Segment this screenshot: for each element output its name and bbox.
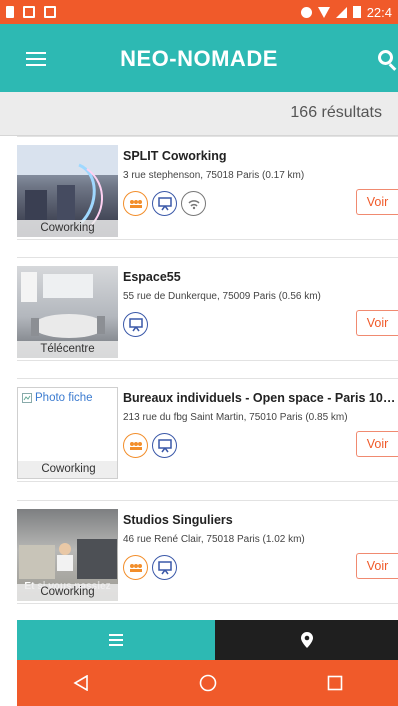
status-time: 22:4 (366, 4, 392, 20)
results-count: 166 résultats (290, 104, 382, 121)
app-root: 22:4 NEO-NOMADE 166 résultats Coworking (0, 0, 398, 706)
image-alt-text: Photo fiche (35, 392, 93, 404)
back-triangle-icon (72, 675, 88, 691)
broken-image-icon (22, 393, 32, 403)
image-icon (23, 6, 35, 18)
list-item[interactable]: Télécentre Espace55 55 rue de Dunkerque,… (17, 257, 398, 361)
wifi-icon (317, 6, 330, 18)
listing-address: 213 rue du fbg Saint Martin, 75010 Paris… (123, 412, 348, 423)
amenities (123, 555, 177, 580)
listing-photo: Et si vous passiez Coworking (17, 509, 118, 601)
meeting-people-icon (123, 555, 148, 580)
search-icon[interactable] (372, 48, 398, 72)
gallery-icon (44, 6, 56, 18)
listing-photo: Photo fiche Coworking (17, 387, 118, 479)
view-button[interactable]: Voir (356, 310, 398, 336)
signal-icon (335, 6, 347, 18)
list-item[interactable]: Et si vous passiez Coworking Studios Sin… (17, 500, 398, 604)
view-tabs (17, 620, 398, 660)
home-button[interactable] (186, 665, 230, 701)
amenities (123, 433, 177, 458)
listing-category: Coworking (17, 220, 118, 237)
status-bar: 22:4 (0, 0, 398, 24)
listing-category: Coworking (18, 461, 117, 478)
listing-photo: Coworking (17, 145, 118, 237)
view-button[interactable]: Voir (356, 431, 398, 457)
listing-address: 3 rue stephenson, 75018 Paris (0.17 km) (123, 170, 305, 181)
list-item[interactable]: Photo fiche Coworking Bureaux individuel… (17, 378, 398, 482)
projector-screen-icon (152, 433, 177, 458)
listing-title[interactable]: Espace55 (123, 270, 398, 284)
back-button[interactable] (59, 665, 103, 701)
map-pin-icon (300, 632, 313, 648)
app-title: NEO-NOMADE (120, 46, 278, 71)
list-icon (109, 634, 123, 646)
listing-title[interactable]: Studios Singuliers (123, 513, 398, 527)
recents-square-icon (327, 675, 342, 691)
results-list[interactable]: Coworking SPLIT Coworking 3 rue stephens… (0, 136, 398, 620)
listing-category: Télécentre (17, 341, 118, 358)
listing-title[interactable]: SPLIT Coworking (123, 149, 398, 163)
list-item[interactable]: Coworking SPLIT Coworking 3 rue stephens… (17, 136, 398, 240)
view-button[interactable]: Voir (356, 553, 398, 579)
tab-map-view[interactable] (215, 620, 398, 660)
home-circle-icon (199, 674, 216, 692)
dnd-icon (300, 6, 312, 18)
listing-address: 55 rue de Dunkerque, 75009 Paris (0.56 k… (123, 291, 321, 302)
projector-screen-icon (123, 312, 148, 337)
meeting-people-icon (123, 433, 148, 458)
view-button[interactable]: Voir (356, 189, 398, 215)
tab-list-view[interactable] (17, 620, 215, 660)
recents-button[interactable] (313, 665, 357, 701)
projector-screen-icon (152, 555, 177, 580)
listing-address: 46 rue René Clair, 75018 Paris (1.02 km) (123, 534, 305, 545)
system-nav-bar (17, 660, 398, 706)
alert-icon (6, 6, 14, 18)
results-bar: 166 résultats (0, 92, 398, 136)
battery-icon (352, 6, 361, 18)
amenities (123, 312, 148, 337)
app-bar: NEO-NOMADE (0, 24, 398, 92)
projector-screen-icon (152, 191, 177, 216)
wifi-amenity-icon (181, 191, 206, 216)
amenities (123, 191, 206, 216)
listing-category: Coworking (17, 584, 118, 601)
listing-photo: Télécentre (17, 266, 118, 358)
listing-title[interactable]: Bureaux individuels - Open space - Paris… (123, 391, 398, 405)
broken-image: Photo fiche (22, 392, 93, 404)
meeting-people-icon (123, 191, 148, 216)
